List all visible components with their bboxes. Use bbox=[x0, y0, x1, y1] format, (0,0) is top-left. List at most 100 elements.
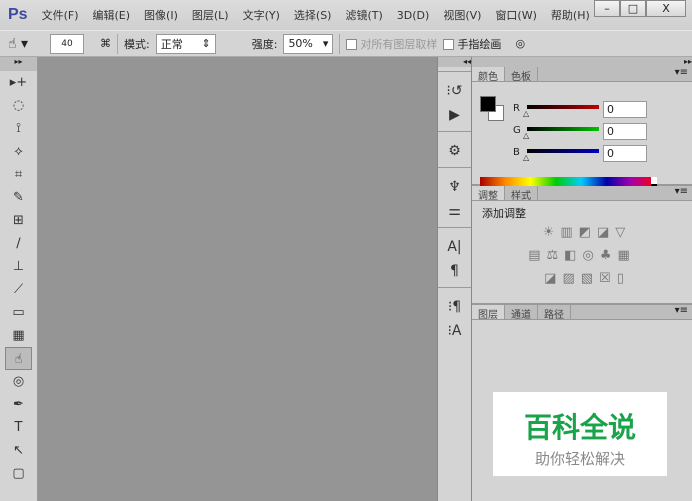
adjustment-icon[interactable]: ◎ bbox=[582, 248, 599, 263]
brush-size-picker[interactable]: 40 bbox=[50, 33, 84, 54]
tab-channels[interactable]: 通道 bbox=[505, 305, 538, 321]
brush-settings-icon[interactable]: ⚌ bbox=[438, 199, 471, 223]
sample-all-layers-checkbox[interactable]: 对所有图层取样 bbox=[346, 36, 437, 52]
channel-label: G bbox=[513, 125, 521, 136]
paragraph-icon[interactable]: ¶ bbox=[438, 259, 471, 283]
tool-2-icon[interactable]: ⟟ bbox=[0, 117, 37, 140]
character-icon[interactable]: A| bbox=[438, 235, 471, 259]
tool-17-icon[interactable]: ▢ bbox=[0, 462, 37, 485]
color-panel: 颜色 色板 ▾≡ R △ 0 G △ 0 B △ 0 bbox=[472, 67, 692, 191]
adjustment-icon[interactable]: ▧ bbox=[581, 271, 599, 286]
tool-6-icon[interactable]: ⊞ bbox=[0, 209, 37, 232]
menu-file[interactable]: 文件(F) bbox=[42, 7, 79, 23]
tools-panel: ▸▸ ▸+ ◌ ⟟ ⟡ ⌗ ✎ ⊞ ∕ ⊥ ⟋ ▭ ▦ ☝ ◎ ✒ T ↖ ▢ bbox=[0, 57, 38, 501]
paragraph-styles-icon[interactable]: ⁝¶ bbox=[438, 295, 471, 319]
smudge-tool-preset-icon[interactable]: ☝ ▾ bbox=[8, 36, 44, 52]
finger-painting-checkbox[interactable]: 手指绘画 bbox=[443, 36, 501, 52]
watermark: 百科全说 助你轻松解决 bbox=[493, 392, 667, 476]
adjustment-icon[interactable]: ▨ bbox=[562, 271, 580, 286]
tool-13-icon[interactable]: ◎ bbox=[0, 370, 37, 393]
adjustment-icon[interactable]: ⚖ bbox=[547, 248, 565, 263]
adjustment-icon[interactable]: ◧ bbox=[564, 248, 582, 263]
history-icon[interactable]: ⁝↺ bbox=[438, 79, 471, 103]
adjustment-icon[interactable]: ▥ bbox=[560, 225, 578, 240]
menu-filter[interactable]: 滤镜(T) bbox=[345, 7, 382, 23]
brush-panel-icon[interactable]: ⌘ bbox=[100, 37, 111, 50]
actions-play-icon[interactable]: ▶ bbox=[438, 103, 471, 127]
menu-type[interactable]: 文字(Y) bbox=[243, 7, 280, 23]
menu-3d[interactable]: 3D(D) bbox=[397, 9, 430, 22]
menu-bar: Ps 文件(F) 编辑(E) 图像(I) 图层(L) 文字(Y) 选择(S) 滤… bbox=[0, 0, 692, 30]
strength-input[interactable]: 50% ▾ bbox=[283, 33, 334, 54]
tool-5-icon[interactable]: ✎ bbox=[0, 186, 37, 209]
menu-edit[interactable]: 编辑(E) bbox=[93, 7, 131, 23]
tab-color[interactable]: 颜色 bbox=[472, 67, 505, 83]
foreground-color-swatch[interactable] bbox=[480, 96, 496, 112]
tool-1-icon[interactable]: ◌ bbox=[0, 94, 37, 117]
tab-adjustments[interactable]: 调整 bbox=[472, 186, 505, 202]
close-button[interactable]: X bbox=[646, 0, 686, 17]
menu-select[interactable]: 选择(S) bbox=[294, 7, 332, 23]
tool-0-icon[interactable]: ▸+ bbox=[0, 71, 37, 94]
menu-help[interactable]: 帮助(H) bbox=[551, 7, 590, 23]
channel-slider[interactable] bbox=[527, 149, 599, 153]
tool-11-icon[interactable]: ▦ bbox=[0, 324, 37, 347]
channel-slider[interactable] bbox=[527, 105, 599, 109]
character-styles-icon[interactable]: ⁝A bbox=[438, 319, 471, 343]
channel-label: R bbox=[513, 103, 520, 114]
adjustment-icon[interactable]: ▽ bbox=[615, 225, 631, 240]
pressure-icon[interactable]: ◎ bbox=[515, 37, 525, 50]
adjustment-icon[interactable]: ◪ bbox=[597, 225, 615, 240]
tool-15-icon[interactable]: T bbox=[0, 416, 37, 439]
tab-styles[interactable]: 样式 bbox=[505, 186, 538, 202]
adjustment-icon[interactable]: ▯ bbox=[617, 271, 630, 286]
menu-image[interactable]: 图像(I) bbox=[144, 7, 178, 23]
tool-8-icon[interactable]: ⊥ bbox=[0, 255, 37, 278]
tool-10-icon[interactable]: ▭ bbox=[0, 301, 37, 324]
mode-label: 模式: bbox=[124, 37, 150, 51]
channel-value-input[interactable]: 0 bbox=[603, 101, 647, 118]
tool-7-icon[interactable]: ∕ bbox=[0, 232, 37, 255]
menu-layer[interactable]: 图层(L) bbox=[192, 7, 229, 23]
tool-3-icon[interactable]: ⟡ bbox=[0, 140, 37, 163]
channel-slider[interactable] bbox=[527, 127, 599, 131]
minimize-button[interactable]: – bbox=[594, 0, 620, 17]
channel-value-input[interactable]: 0 bbox=[603, 123, 647, 140]
slider-handle[interactable]: △ bbox=[523, 153, 529, 162]
adjustment-icon[interactable]: ♣ bbox=[600, 248, 618, 263]
panel-menu-icon[interactable]: ▾≡ bbox=[675, 186, 688, 197]
channel-label: B bbox=[513, 147, 520, 158]
divider bbox=[117, 33, 118, 54]
slider-handle[interactable]: △ bbox=[523, 131, 529, 140]
adjustment-icon[interactable]: ◩ bbox=[579, 225, 597, 240]
adjustment-icon[interactable]: ▤ bbox=[528, 248, 546, 263]
brush-presets-icon[interactable]: ♆ bbox=[438, 175, 471, 199]
adjustment-icon[interactable]: ▦ bbox=[617, 248, 635, 263]
slider-handle[interactable]: △ bbox=[523, 109, 529, 118]
tool-14-icon[interactable]: ✒ bbox=[0, 393, 37, 416]
tool-12-icon[interactable]: ☝ bbox=[5, 347, 32, 370]
panel-menu-icon[interactable]: ▾≡ bbox=[675, 67, 688, 78]
mode-select[interactable]: 正常 ⇕ bbox=[155, 33, 216, 54]
tool-9-icon[interactable]: ⟋ bbox=[0, 278, 37, 301]
watermark-title: 百科全说 bbox=[523, 411, 636, 444]
adjustments-panel: 调整 样式 ▾≡ 添加调整 ☀▥◩◪▽ ▤⚖◧◎♣▦ ◪▨▧☒▯ bbox=[472, 184, 692, 303]
tab-swatches[interactable]: 色板 bbox=[505, 67, 538, 83]
canvas-area[interactable] bbox=[38, 57, 437, 501]
menu-window[interactable]: 窗口(W) bbox=[495, 7, 536, 23]
watermark-subtitle: 助你轻松解决 bbox=[534, 450, 625, 468]
3d-icon[interactable]: ⚙ bbox=[438, 139, 471, 163]
adjustment-icon[interactable]: ◪ bbox=[544, 271, 562, 286]
panel-dock: ◂◂ ⁝↺ ▶ ⚙ ♆ ⚌ A| ¶ ⁝¶ ⁝A bbox=[437, 57, 472, 501]
adjustment-icon[interactable]: ☒ bbox=[599, 271, 617, 286]
maximize-button[interactable]: □ bbox=[620, 0, 646, 17]
tab-paths[interactable]: 路径 bbox=[538, 305, 571, 321]
panel-menu-icon[interactable]: ▾≡ bbox=[675, 305, 688, 316]
channel-value-input[interactable]: 0 bbox=[603, 145, 647, 162]
tab-layers[interactable]: 图层 bbox=[472, 305, 505, 321]
menu-view[interactable]: 视图(V) bbox=[443, 7, 481, 23]
tool-4-icon[interactable]: ⌗ bbox=[0, 163, 37, 186]
app-logo: Ps bbox=[8, 6, 28, 23]
tool-16-icon[interactable]: ↖ bbox=[0, 439, 37, 462]
adjustment-icon[interactable]: ☀ bbox=[543, 225, 561, 240]
